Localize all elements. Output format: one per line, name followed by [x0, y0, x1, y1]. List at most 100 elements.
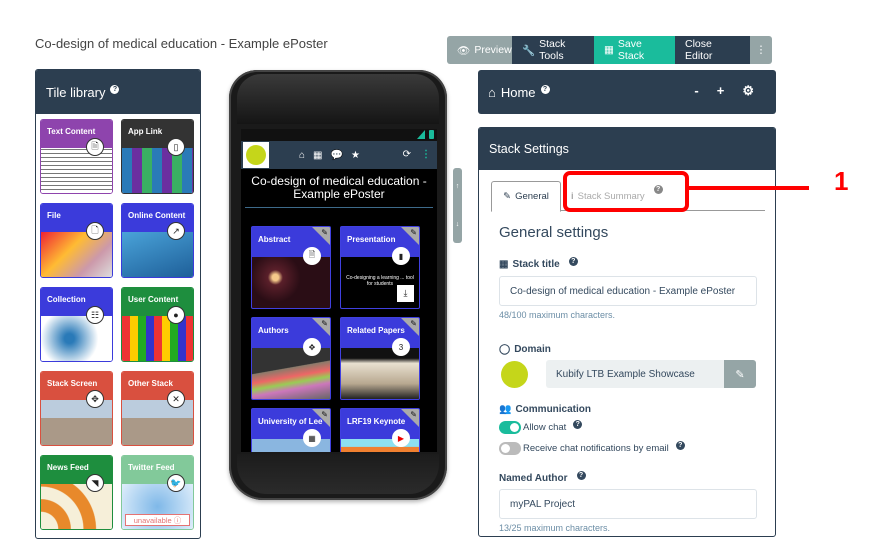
refresh-icon[interactable]: ⟳	[403, 149, 411, 160]
tab-general[interactable]: ✎ General	[491, 181, 561, 212]
arrow-down-icon[interactable]: ↓	[456, 221, 460, 228]
youtube-icon: ▶	[392, 429, 410, 447]
help-icon[interactable]: ?	[573, 420, 583, 429]
tile-library-item[interactable]: Stack Screen ✥	[40, 371, 113, 446]
edit-icon[interactable]: ✎	[321, 410, 328, 419]
edit-domain-button[interactable]: ✎	[724, 360, 756, 388]
edit-icon[interactable]: ✎	[410, 228, 417, 237]
tile-thumbnail	[122, 316, 193, 361]
status-bar	[241, 129, 437, 141]
tile-library-panel: Tile library ? Text Content 🗎 App Link ▯…	[35, 69, 201, 539]
chat-icon[interactable]: 💬	[331, 150, 343, 161]
edit-icon[interactable]: ✎	[410, 319, 417, 328]
help-icon[interactable]: ?	[675, 441, 685, 450]
user-icon: ●	[167, 306, 185, 324]
users-icon: 👥	[499, 404, 512, 415]
edit-icon: ✎	[735, 368, 745, 381]
circle-notch-icon: ◯	[499, 344, 511, 355]
help-icon[interactable]: ?	[110, 84, 120, 94]
tile-thumbnail	[122, 148, 193, 193]
file-icon: 🗋	[86, 222, 104, 240]
phone-tile[interactable]: Abstract ✎ 🗎	[251, 226, 331, 309]
tile-library-item[interactable]: Collection ☷	[40, 287, 113, 362]
app-logo[interactable]	[243, 142, 269, 168]
tile-library-item[interactable]: User Content ●	[121, 287, 194, 362]
domain-label: ◯ Domain	[499, 344, 551, 355]
file-text-icon: 🗎	[303, 247, 321, 265]
mobile-icon: ▯	[167, 138, 185, 156]
phone-tile-thumbnail	[341, 348, 419, 399]
tile-library-item[interactable]: Online Content ↗	[121, 203, 194, 278]
close-editor-button[interactable]: Close Editor	[675, 36, 750, 64]
preview-button[interactable]: 👁 Preview	[447, 36, 512, 64]
phone-tile[interactable]: Authors ✎ ✥	[251, 317, 331, 400]
screen-title: Co-design of medical education - Example…	[245, 169, 433, 208]
tile-library-grid: Text Content 🗎 App Link ▯ File 🗋 Online …	[36, 114, 200, 530]
phone-tile[interactable]: Presentation ✎ ▮ Co-designing a learning …	[340, 226, 420, 309]
wrench-icon: 🔧	[522, 44, 536, 57]
email-notify-row: Receive chat notifications by email ?	[499, 441, 685, 455]
expand-icon: ✕	[167, 390, 185, 408]
help-icon[interactable]: ?	[576, 471, 586, 480]
add-screen-button[interactable]: +	[717, 83, 725, 99]
reorder-scroll-handle[interactable]: ↑ ↓	[453, 168, 462, 243]
tile-library-title: Tile library	[46, 84, 106, 100]
phone-tile-grid: Abstract ✎ 🗎 Presentation ✎ ▮ Co-designin…	[251, 226, 420, 452]
tile-library-item[interactable]: App Link ▯	[121, 119, 194, 194]
tile-library-item[interactable]: Twitter Feed 🐦 unavailable ⓘ	[121, 455, 194, 530]
edit-icon[interactable]: ✎	[321, 228, 328, 237]
phone-screen: ⌂ ▦ 💬 ★ ⟳ ⋮ Co-design of medical educati…	[241, 129, 437, 452]
phone-preview: ⌂ ▦ 💬 ★ ⟳ ⋮ Co-design of medical educati…	[229, 70, 447, 500]
app-bar: ⌂ ▦ 💬 ★ ⟳ ⋮	[241, 141, 437, 169]
remove-screen-button[interactable]: -	[694, 83, 698, 99]
file-icon: ▮	[392, 247, 410, 265]
building-icon: ▦	[303, 429, 321, 447]
help-icon[interactable]: ?	[568, 257, 578, 266]
named-author-input[interactable]	[499, 489, 757, 519]
tile-library-item[interactable]: News Feed ◥	[40, 455, 113, 530]
star-icon[interactable]: ★	[351, 150, 360, 161]
tile-thumbnail	[41, 232, 112, 277]
arrow-up-icon[interactable]: ↑	[456, 183, 460, 190]
battery-icon	[429, 130, 434, 139]
phone-tile[interactable]: LRF19 Keynote ✎ ▶↗	[340, 408, 420, 452]
edit-icon[interactable]: ✎	[321, 319, 328, 328]
rss-icon: ◥	[86, 474, 104, 492]
phone-tile[interactable]: Related Papers ✎ 3	[340, 317, 420, 400]
more-options-button[interactable]: ⋮	[750, 36, 772, 64]
external-link-icon: ↗	[167, 222, 185, 240]
list-icon: ☷	[86, 306, 104, 324]
tile-library-item[interactable]: Other Stack ✕	[121, 371, 194, 446]
download-icon[interactable]: ⤓	[397, 285, 414, 302]
kebab-icon: ⋮	[755, 44, 767, 56]
edit-icon: ✎	[503, 191, 512, 202]
domain-value: Kubify LTB Example Showcase	[546, 360, 724, 388]
annotation-number: 1	[834, 166, 849, 196]
named-author-label: Named Author ?	[499, 471, 586, 484]
stack-tools-button[interactable]: 🔧 Stack Tools	[512, 36, 594, 64]
phone-tile[interactable]: University of Lee ✎ ▦↗	[251, 408, 331, 452]
eye-icon: 👁	[457, 44, 471, 57]
stack-settings-header: Stack Settings	[479, 128, 775, 170]
email-notify-toggle[interactable]	[499, 442, 521, 455]
home-icon[interactable]: ⌂	[299, 150, 305, 161]
twitter-icon: 🐦	[167, 474, 185, 492]
allow-chat-toggle[interactable]	[499, 421, 521, 434]
annotation-highlight-box	[563, 171, 689, 212]
stack-title-input[interactable]	[499, 276, 757, 306]
gear-icon[interactable]: ⚙	[742, 83, 754, 99]
domain-logo	[501, 361, 528, 388]
tile-thumbnail	[41, 148, 112, 193]
home-title: Home	[500, 84, 536, 100]
edit-icon[interactable]: ✎	[410, 410, 417, 419]
tile-library-item[interactable]: Text Content 🗎	[40, 119, 113, 194]
kebab-icon[interactable]: ⋮	[421, 149, 431, 160]
grid-icon[interactable]: ▦	[313, 150, 322, 161]
phone-tile-thumbnail	[252, 348, 330, 399]
save-stack-button[interactable]: ▦ Save Stack	[594, 36, 675, 64]
unavailable-badge[interactable]: unavailable ⓘ	[125, 514, 190, 526]
tile-library-item[interactable]: File 🗋	[40, 203, 113, 278]
home-icon: ⌂	[488, 84, 496, 100]
help-icon[interactable]: ?	[540, 84, 550, 94]
grid-icon: ▦	[499, 259, 509, 270]
